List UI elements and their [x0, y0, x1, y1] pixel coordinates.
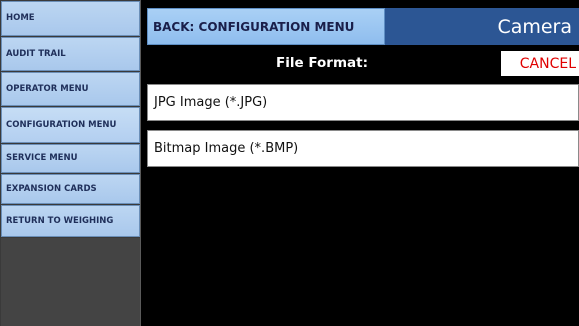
page-title: Camera	[497, 15, 572, 38]
sidebar-item-label: CONFIGURATION MENU	[6, 119, 117, 130]
option-label: Bitmap Image (*.BMP)	[154, 141, 299, 156]
option-label: JPG Image (*.JPG)	[154, 95, 268, 110]
sidebar-item-configuration-menu[interactable]: CONFIGURATION MENU	[1, 107, 140, 143]
back-button[interactable]: BACK: CONFIGURATION MENU	[147, 8, 385, 45]
sidebar-item-label: AUDIT TRAIL	[6, 48, 66, 59]
sidebar-item-label: HOME	[6, 13, 35, 24]
sidebar: HOME AUDIT TRAIL OPERATOR MENU CONFIGURA…	[0, 0, 141, 326]
page-title-bar: Camera	[385, 8, 579, 45]
camera-file-format-screen: HOME AUDIT TRAIL OPERATOR MENU CONFIGURA…	[0, 0, 579, 326]
file-format-label: File Format:	[276, 55, 368, 71]
sidebar-item-label: OPERATOR MENU	[6, 83, 89, 94]
cancel-button-label: CANCEL	[519, 55, 576, 72]
sidebar-item-service-menu[interactable]: SERVICE MENU	[1, 144, 140, 173]
file-format-heading: File Format:	[147, 51, 497, 75]
sidebar-item-return-to-weighing[interactable]: RETURN TO WEIGHING	[1, 205, 140, 237]
sidebar-empty-area	[1, 238, 140, 326]
sidebar-item-label: EXPANSION CARDS	[6, 183, 97, 194]
sidebar-item-label: SERVICE MENU	[6, 153, 78, 164]
option-jpg-image[interactable]: JPG Image (*.JPG)	[147, 84, 579, 121]
sidebar-item-operator-menu[interactable]: OPERATOR MENU	[1, 72, 140, 106]
option-bitmap-image[interactable]: Bitmap Image (*.BMP)	[147, 130, 579, 167]
sidebar-item-expansion-cards[interactable]: EXPANSION CARDS	[1, 174, 140, 204]
sidebar-item-home[interactable]: HOME	[1, 1, 140, 36]
sidebar-item-audit-trail[interactable]: AUDIT TRAIL	[1, 37, 140, 71]
back-button-label: BACK: CONFIGURATION MENU	[153, 19, 355, 34]
cancel-button[interactable]: CANCEL	[501, 51, 579, 76]
sidebar-item-label: RETURN TO WEIGHING	[6, 215, 114, 226]
